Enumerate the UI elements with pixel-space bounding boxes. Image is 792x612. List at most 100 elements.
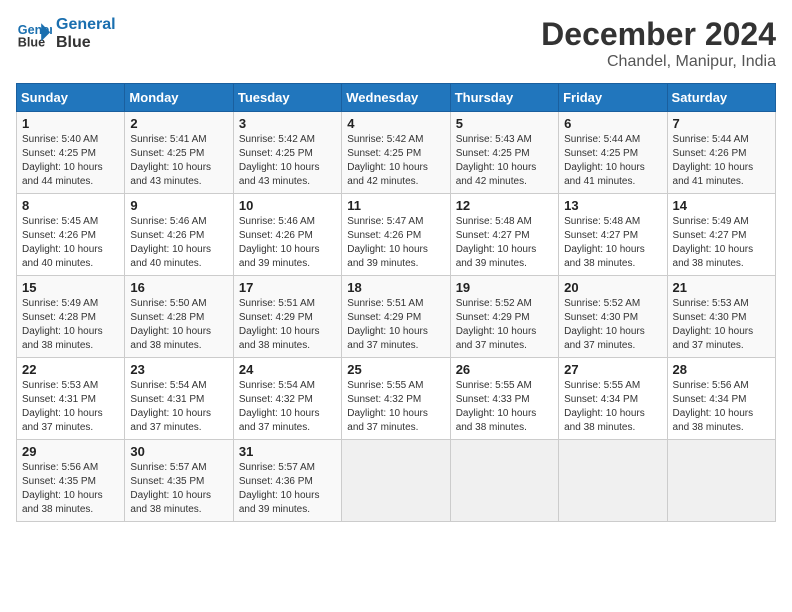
weekday-sunday: Sunday: [17, 84, 125, 112]
calendar-cell: 22 Sunrise: 5:53 AM Sunset: 4:31 PM Dayli…: [17, 358, 125, 440]
calendar-cell: 13Sunrise: 5:48 AM Sunset: 4:27 PM Dayli…: [559, 194, 667, 276]
day-info: Sunrise: 5:47 AM Sunset: 4:26 PM Dayligh…: [347, 215, 444, 271]
day-number: 8: [22, 198, 119, 213]
day-info: Sunrise: 5:41 AM Sunset: 4:25 PM Dayligh…: [130, 133, 227, 189]
calendar-cell: [450, 440, 558, 522]
calendar-cell: 18 Sunrise: 5:51 AM Sunset: 4:29 PM Dayli…: [342, 276, 450, 358]
calendar-cell: 15Sunrise: 5:49 AM Sunset: 4:28 PM Dayli…: [17, 276, 125, 358]
svg-text:Blue: Blue: [18, 36, 45, 50]
calendar-cell: 26 Sunrise: 5:55 AM Sunset: 4:33 PM Dayli…: [450, 358, 558, 440]
logo: General Blue General Blue: [16, 16, 116, 52]
day-info: Sunrise: 5:45 AM Sunset: 4:26 PM Dayligh…: [22, 215, 119, 271]
day-number: 31: [239, 444, 336, 459]
day-number: 3: [239, 116, 336, 131]
calendar-cell: 3 Sunrise: 5:42 AM Sunset: 4:25 PM Daylig…: [233, 112, 341, 194]
day-info: Sunrise: 5:50 AM Sunset: 4:28 PM Dayligh…: [130, 297, 227, 353]
calendar-week-1: 8 Sunrise: 5:45 AM Sunset: 4:26 PM Daylig…: [17, 194, 776, 276]
day-info: Sunrise: 5:53 AM Sunset: 4:31 PM Dayligh…: [22, 379, 119, 435]
calendar-cell: 30 Sunrise: 5:57 AM Sunset: 4:35 PM Dayli…: [125, 440, 233, 522]
day-number: 29: [22, 444, 119, 459]
day-number: 6: [564, 116, 661, 131]
month-title: December 2024: [541, 16, 776, 53]
day-info: Sunrise: 5:56 AM Sunset: 4:34 PM Dayligh…: [673, 379, 770, 435]
day-number: 12: [456, 198, 553, 213]
day-info: Sunrise: 5:56 AM Sunset: 4:35 PM Dayligh…: [22, 461, 119, 517]
day-number: 5: [456, 116, 553, 131]
day-info: Sunrise: 5:52 AM Sunset: 4:30 PM Dayligh…: [564, 297, 661, 353]
day-number: 24: [239, 362, 336, 377]
calendar-week-2: 15Sunrise: 5:49 AM Sunset: 4:28 PM Dayli…: [17, 276, 776, 358]
calendar-cell: 25Sunrise: 5:55 AM Sunset: 4:32 PM Dayli…: [342, 358, 450, 440]
weekday-monday: Monday: [125, 84, 233, 112]
day-number: 4: [347, 116, 444, 131]
day-info: Sunrise: 5:42 AM Sunset: 4:25 PM Dayligh…: [239, 133, 336, 189]
calendar-table: SundayMondayTuesdayWednesdayThursdayFrid…: [16, 83, 776, 522]
day-info: Sunrise: 5:55 AM Sunset: 4:34 PM Dayligh…: [564, 379, 661, 435]
calendar-cell: [342, 440, 450, 522]
day-info: Sunrise: 5:40 AM Sunset: 4:25 PM Dayligh…: [22, 133, 119, 189]
day-number: 23: [130, 362, 227, 377]
day-number: 1: [22, 116, 119, 131]
calendar-week-4: 29 Sunrise: 5:56 AM Sunset: 4:35 PM Dayli…: [17, 440, 776, 522]
calendar-cell: 21 Sunrise: 5:53 AM Sunset: 4:30 PM Dayli…: [667, 276, 775, 358]
page-header: General Blue General Blue December 2024 …: [16, 16, 776, 71]
calendar-cell: 9Sunrise: 5:46 AM Sunset: 4:26 PM Daylig…: [125, 194, 233, 276]
calendar-week-3: 22 Sunrise: 5:53 AM Sunset: 4:31 PM Dayli…: [17, 358, 776, 440]
calendar-cell: 24Sunrise: 5:54 AM Sunset: 4:32 PM Dayli…: [233, 358, 341, 440]
day-info: Sunrise: 5:55 AM Sunset: 4:33 PM Dayligh…: [456, 379, 553, 435]
weekday-wednesday: Wednesday: [342, 84, 450, 112]
day-info: Sunrise: 5:52 AM Sunset: 4:29 PM Dayligh…: [456, 297, 553, 353]
day-info: Sunrise: 5:44 AM Sunset: 4:25 PM Dayligh…: [564, 133, 661, 189]
calendar-cell: 27 Sunrise: 5:55 AM Sunset: 4:34 PM Dayli…: [559, 358, 667, 440]
day-info: Sunrise: 5:51 AM Sunset: 4:29 PM Dayligh…: [239, 297, 336, 353]
calendar-cell: 12Sunrise: 5:48 AM Sunset: 4:27 PM Dayli…: [450, 194, 558, 276]
calendar-cell: [667, 440, 775, 522]
day-number: 17: [239, 280, 336, 295]
day-number: 21: [673, 280, 770, 295]
title-area: December 2024 Chandel, Manipur, India: [541, 16, 776, 71]
calendar-cell: 28Sunrise: 5:56 AM Sunset: 4:34 PM Dayli…: [667, 358, 775, 440]
calendar-cell: [559, 440, 667, 522]
calendar-week-0: 1 Sunrise: 5:40 AM Sunset: 4:25 PM Daylig…: [17, 112, 776, 194]
calendar-cell: 20 Sunrise: 5:52 AM Sunset: 4:30 PM Dayli…: [559, 276, 667, 358]
calendar-cell: 8 Sunrise: 5:45 AM Sunset: 4:26 PM Daylig…: [17, 194, 125, 276]
day-number: 30: [130, 444, 227, 459]
day-info: Sunrise: 5:51 AM Sunset: 4:29 PM Dayligh…: [347, 297, 444, 353]
day-number: 20: [564, 280, 661, 295]
calendar-cell: 10Sunrise: 5:46 AM Sunset: 4:26 PM Dayli…: [233, 194, 341, 276]
day-number: 25: [347, 362, 444, 377]
calendar-cell: 4Sunrise: 5:42 AM Sunset: 4:25 PM Daylig…: [342, 112, 450, 194]
location: Chandel, Manipur, India: [541, 53, 776, 71]
calendar-cell: 2 Sunrise: 5:41 AM Sunset: 4:25 PM Daylig…: [125, 112, 233, 194]
calendar-cell: 23Sunrise: 5:54 AM Sunset: 4:31 PM Dayli…: [125, 358, 233, 440]
day-number: 10: [239, 198, 336, 213]
day-number: 19: [456, 280, 553, 295]
day-number: 26: [456, 362, 553, 377]
calendar-cell: 1 Sunrise: 5:40 AM Sunset: 4:25 PM Daylig…: [17, 112, 125, 194]
calendar-cell: 31 Sunrise: 5:57 AM Sunset: 4:36 PM Dayli…: [233, 440, 341, 522]
calendar-cell: 19 Sunrise: 5:52 AM Sunset: 4:29 PM Dayli…: [450, 276, 558, 358]
logo-icon: General Blue: [16, 16, 52, 52]
calendar-cell: 16 Sunrise: 5:50 AM Sunset: 4:28 PM Dayli…: [125, 276, 233, 358]
day-number: 22: [22, 362, 119, 377]
day-info: Sunrise: 5:53 AM Sunset: 4:30 PM Dayligh…: [673, 297, 770, 353]
calendar-cell: 6 Sunrise: 5:44 AM Sunset: 4:25 PM Daylig…: [559, 112, 667, 194]
day-number: 16: [130, 280, 227, 295]
weekday-saturday: Saturday: [667, 84, 775, 112]
day-info: Sunrise: 5:49 AM Sunset: 4:27 PM Dayligh…: [673, 215, 770, 271]
weekday-header-row: SundayMondayTuesdayWednesdayThursdayFrid…: [17, 84, 776, 112]
weekday-thursday: Thursday: [450, 84, 558, 112]
logo-general: General: [56, 16, 116, 34]
calendar-body: 1 Sunrise: 5:40 AM Sunset: 4:25 PM Daylig…: [17, 112, 776, 522]
day-info: Sunrise: 5:57 AM Sunset: 4:35 PM Dayligh…: [130, 461, 227, 517]
calendar-cell: 11 Sunrise: 5:47 AM Sunset: 4:26 PM Dayli…: [342, 194, 450, 276]
day-number: 11: [347, 198, 444, 213]
day-number: 13: [564, 198, 661, 213]
day-info: Sunrise: 5:46 AM Sunset: 4:26 PM Dayligh…: [130, 215, 227, 271]
day-number: 27: [564, 362, 661, 377]
day-info: Sunrise: 5:57 AM Sunset: 4:36 PM Dayligh…: [239, 461, 336, 517]
day-number: 18: [347, 280, 444, 295]
calendar-cell: 7Sunrise: 5:44 AM Sunset: 4:26 PM Daylig…: [667, 112, 775, 194]
day-number: 2: [130, 116, 227, 131]
day-number: 15: [22, 280, 119, 295]
